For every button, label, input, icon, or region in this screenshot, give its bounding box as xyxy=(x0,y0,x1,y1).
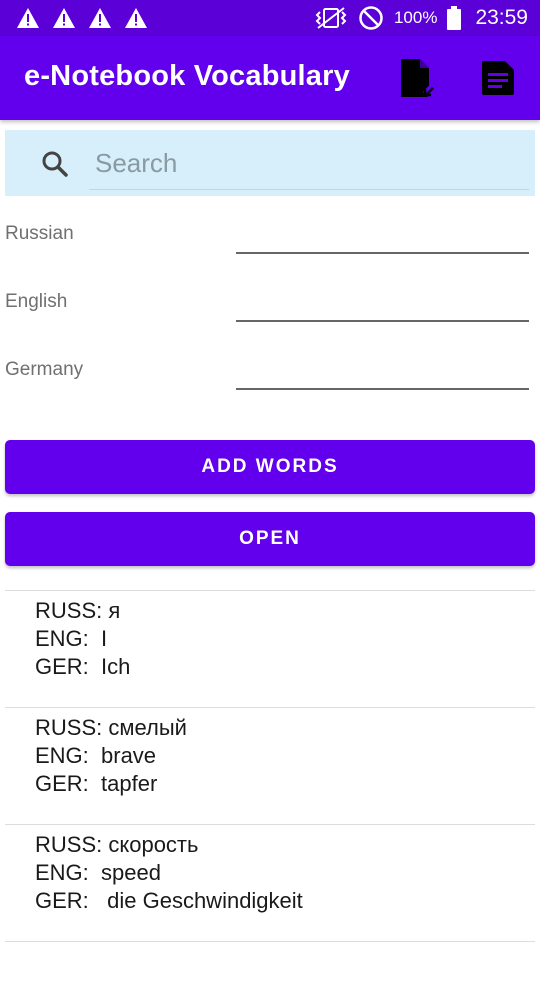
english-input[interactable] xyxy=(236,286,529,322)
list-item-partial[interactable] xyxy=(5,941,535,982)
list-item[interactable]: RUSS: смелый ENG: brave GER: tapfer xyxy=(5,707,535,824)
clock: 23:59 xyxy=(475,6,528,29)
notification-icons xyxy=(0,7,148,29)
system-indicators: 100% 23:59 xyxy=(314,0,528,36)
file-import-icon xyxy=(401,59,436,99)
word-list: RUSS: я ENG: I GER: Ich RUSS: смелый ENG… xyxy=(5,590,535,982)
open-button[interactable]: OPEN xyxy=(5,512,535,566)
list-item[interactable]: RUSS: скорость ENG: speed GER: die Gesch… xyxy=(5,824,535,941)
warning-icon xyxy=(17,8,39,28)
document-button[interactable] xyxy=(476,56,520,100)
german-word: GER: die Geschwindigkeit xyxy=(35,888,303,913)
english-label: English xyxy=(5,291,68,312)
german-word: GER: Ich xyxy=(35,654,131,679)
german-label: Germany xyxy=(5,359,84,380)
battery-percentage: 100% xyxy=(393,8,438,27)
english-word: ENG: I xyxy=(35,626,108,651)
warning-icon xyxy=(125,8,147,28)
english-word: ENG: speed xyxy=(35,860,161,885)
status-bar: 100% 23:59 xyxy=(0,0,540,36)
russian-word: RUSS: я xyxy=(35,598,121,623)
russian-label: Russian xyxy=(5,223,74,244)
russian-input[interactable] xyxy=(236,218,529,254)
warning-icon xyxy=(53,8,75,28)
warning-icon xyxy=(89,8,111,28)
document-icon xyxy=(482,61,514,95)
search-bar xyxy=(5,130,535,196)
search-icon xyxy=(42,151,68,177)
do-not-disturb-icon xyxy=(359,6,383,30)
list-item[interactable]: RUSS: я ENG: I GER: Ich xyxy=(5,590,535,707)
app-bar: e-Notebook Vocabulary xyxy=(0,36,540,120)
russian-word: RUSS: скорость xyxy=(35,832,199,857)
german-word: GER: tapfer xyxy=(35,771,158,796)
app-title: e-Notebook Vocabulary xyxy=(24,60,350,92)
battery-icon xyxy=(447,6,462,30)
russian-word: RUSS: смелый xyxy=(35,715,187,740)
search-input[interactable] xyxy=(89,138,529,190)
german-input[interactable] xyxy=(236,354,529,390)
english-word: ENG: brave xyxy=(35,743,157,768)
add-words-button[interactable]: ADD WORDS xyxy=(5,440,535,494)
import-file-button[interactable] xyxy=(394,56,438,100)
vibrate-icon xyxy=(315,7,347,29)
